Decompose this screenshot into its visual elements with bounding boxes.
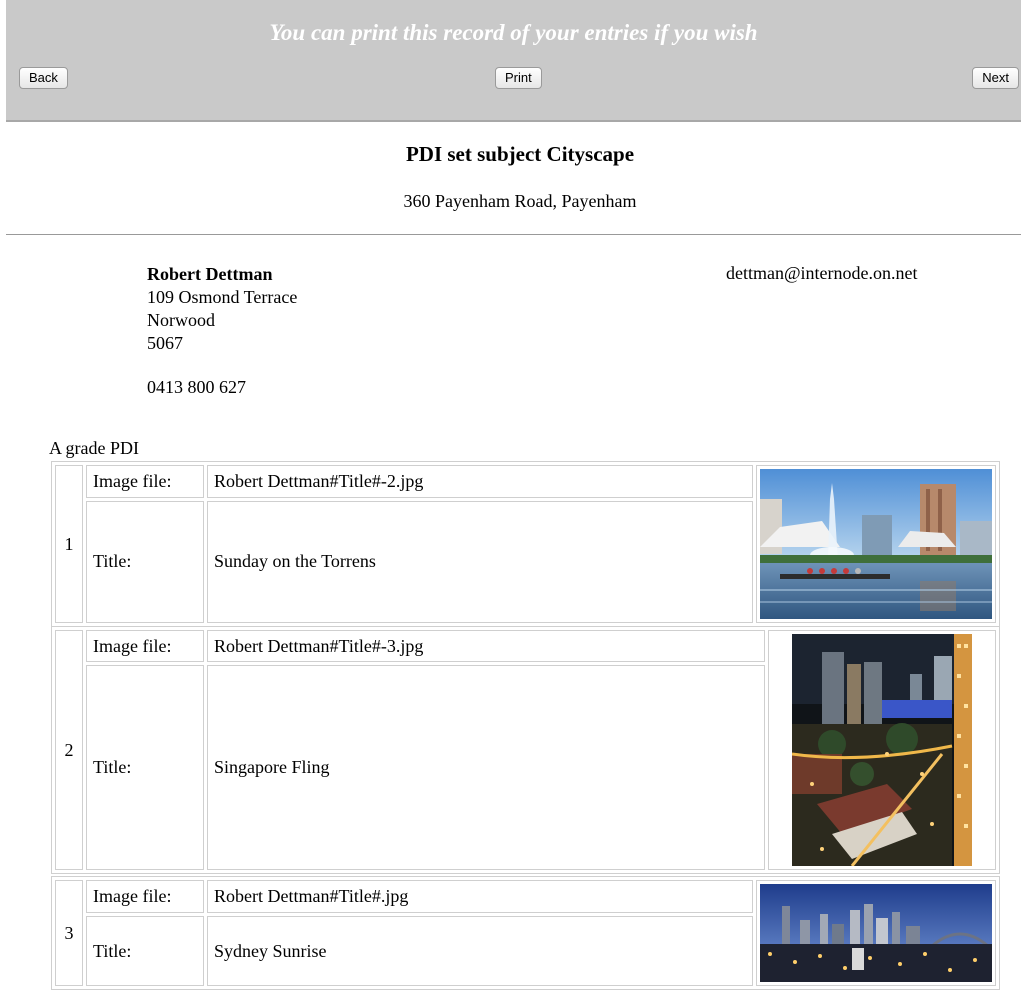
title-value: Sunday on the Torrens [207,500,753,623]
entry-table: 2 Image file: Robert Dettman#Title#-3.jp… [51,626,1000,874]
image-file-label: Image file: [86,465,204,498]
city-skyline-dawn-photo [760,884,992,982]
table-row: 3 Image file: Robert Dettman#Title#.jpg [55,880,996,986]
image-file-value: Robert Dettman#Title#-2.jpg [207,465,753,498]
entrant-email: dettman@internode.on.net [726,263,918,283]
back-button[interactable]: Back [19,67,68,89]
image-file-label: Image file: [86,630,204,662]
print-toolbar: You can print this record of your entrie… [6,0,1021,122]
competition-venue: 360 Payenham Road, Payenham [403,191,637,211]
title-label: Title: [86,500,204,623]
title-value: Sydney Sunrise [207,916,753,986]
divider [6,234,1021,235]
print-button[interactable]: Print [495,67,542,89]
fountain-river-city-photo [760,469,992,619]
title-label: Title: [86,916,204,986]
image-file-value: Robert Dettman#Title#.jpg [207,880,753,914]
entrant-name: Robert Dettman [147,264,273,284]
table-row: 2 Image file: Robert Dettman#Title#-3.jp… [55,630,996,870]
thumbnail-cell [756,465,996,623]
thumbnail-cell [756,880,996,986]
entry-number: 3 [55,880,83,986]
entrant-street: 109 Osmond Terrace [147,287,298,307]
competition-title: PDI set subject Cityscape [405,142,635,166]
next-button[interactable]: Next [972,67,1019,89]
entry-table: 3 Image file: Robert Dettman#Title#.jpg [51,876,1000,990]
image-file-value: Robert Dettman#Title#-3.jpg [207,630,765,662]
night-city-aerial-photo [792,634,972,866]
thumbnail-cell [768,630,996,870]
entrant-postcode: 5067 [147,333,183,353]
entrant-suburb: Norwood [147,310,215,330]
grade-heading: A grade PDI [49,438,139,458]
entrant-phone: 0413 800 627 [147,377,246,397]
table-row: 1 Image file: Robert Dettman#Title#-2.jp… [55,465,996,623]
title-label: Title: [86,665,204,870]
image-file-label: Image file: [86,880,204,914]
entry-number: 2 [55,630,83,870]
title-value: Singapore Fling [207,665,765,870]
entry-table: 1 Image file: Robert Dettman#Title#-2.jp… [51,461,1000,627]
print-banner: You can print this record of your entrie… [269,20,758,45]
entry-number: 1 [55,465,83,623]
entrant-address: Robert Dettman 109 Osmond Terrace Norwoo… [147,263,297,399]
